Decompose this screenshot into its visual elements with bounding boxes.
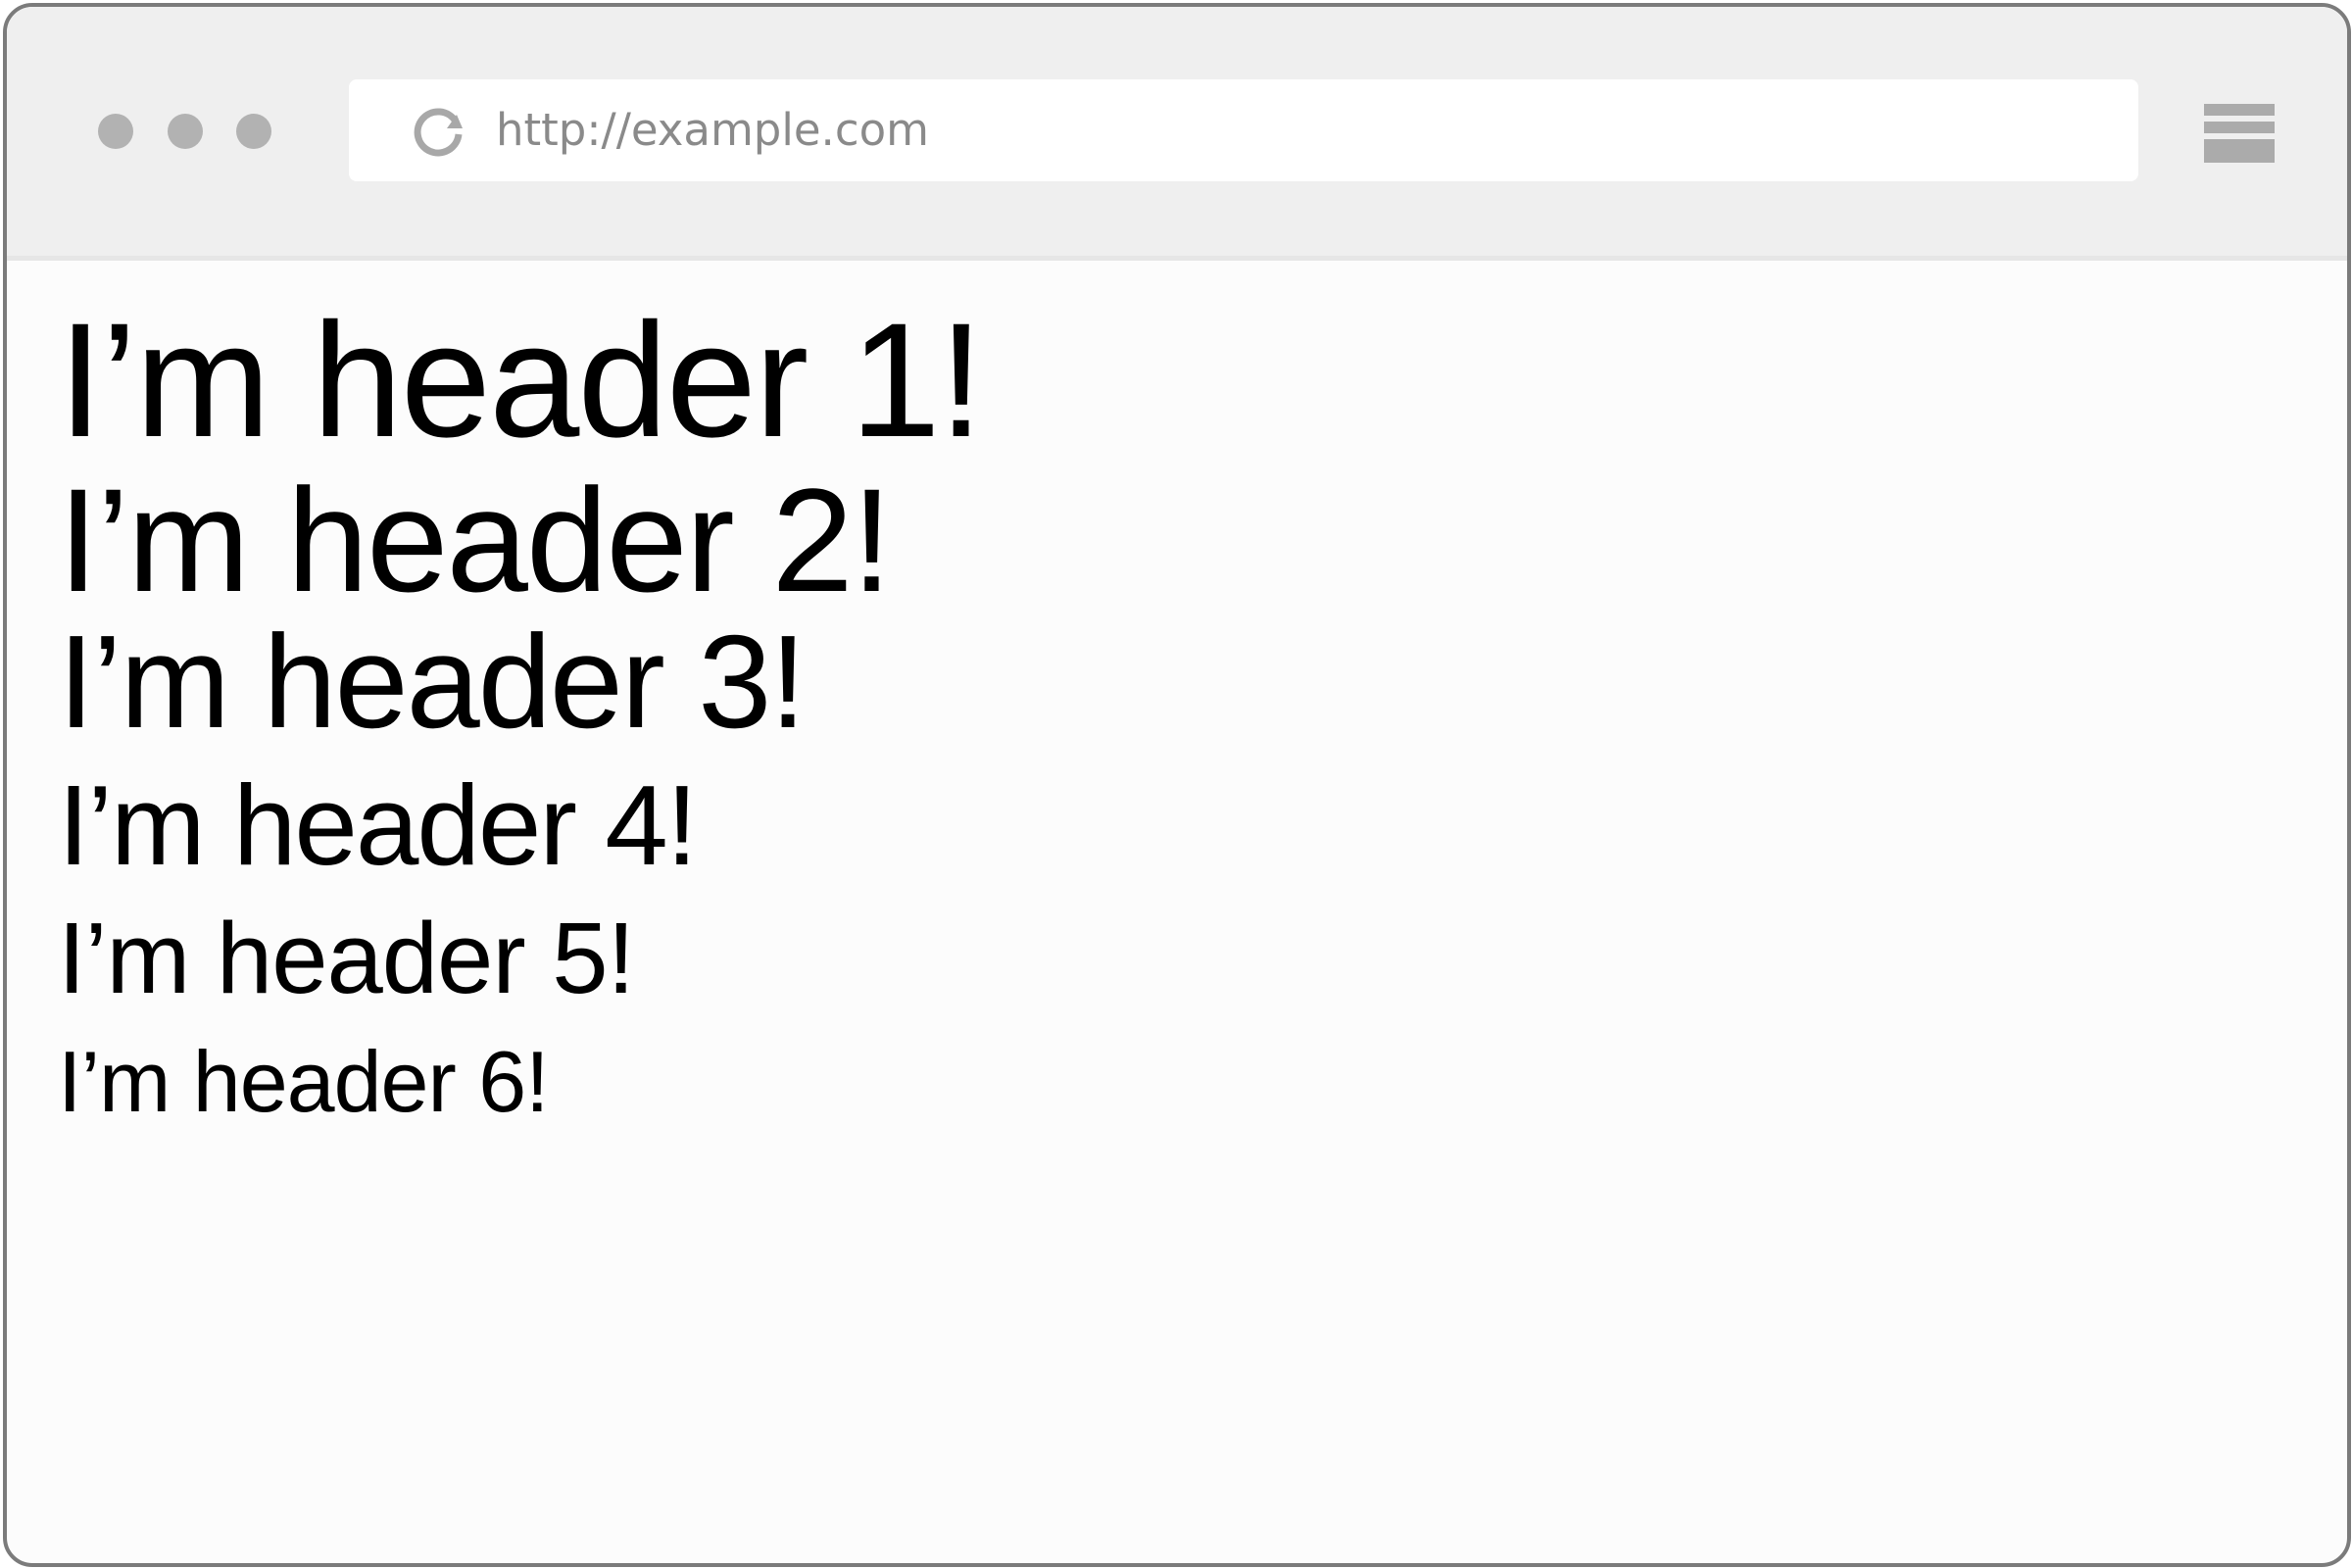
header-3: I’m header 3!: [58, 608, 807, 756]
header-2: I’m header 2!: [58, 458, 892, 622]
browser-toolbar: http://example.com: [7, 7, 2347, 261]
header-6: I’m header 6!: [58, 1033, 550, 1130]
window-close-dot[interactable]: [98, 114, 133, 149]
header-1: I’m header 1!: [58, 290, 984, 471]
reload-icon[interactable]: [412, 105, 465, 158]
page-content: I’m header 1! I’m header 2! I’m header 3…: [7, 261, 2347, 1563]
browser-window: http://example.com I’m header 1! I’m hea…: [3, 3, 2351, 1567]
hamburger-menu-icon[interactable]: [2204, 104, 2275, 163]
header-5: I’m header 5!: [58, 902, 635, 1014]
url-text[interactable]: http://example.com: [496, 103, 929, 158]
window-maximize-dot[interactable]: [236, 114, 271, 149]
address-bar[interactable]: http://example.com: [349, 79, 2138, 181]
window-minimize-dot[interactable]: [168, 114, 203, 149]
header-4: I’m header 4!: [58, 761, 698, 889]
